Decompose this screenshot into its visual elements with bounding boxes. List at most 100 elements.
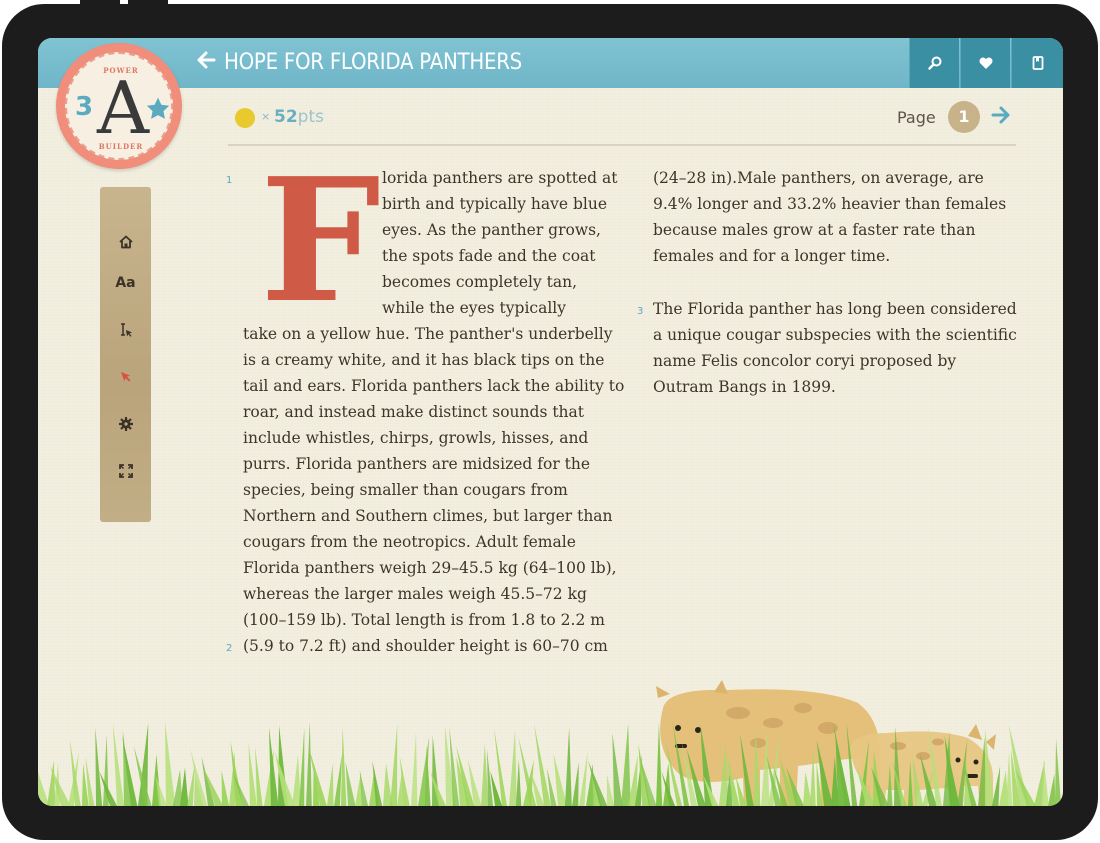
grass-blade <box>47 760 56 806</box>
grass-blade <box>274 751 295 806</box>
paragraph-1-body: take on a yellow hue. The panther's unde… <box>243 321 624 633</box>
badge-level-number: 3 <box>75 92 94 122</box>
grass-blade <box>345 762 356 806</box>
star-icon <box>146 97 170 119</box>
text-line: Florida panthers weigh 29–45.5 kg (64–10… <box>243 559 617 577</box>
text-line: include whistles, chirps, growls, hisses… <box>243 429 589 447</box>
grass-blade <box>221 770 230 806</box>
paragraph-3: The Florida panther has long been consid… <box>653 296 1017 400</box>
favorite-button[interactable] <box>960 38 1010 88</box>
text-line: Outram Bangs in 1899. <box>653 378 836 396</box>
text-line: lorida panthers are spotted at <box>382 169 618 187</box>
search-icon <box>927 56 941 70</box>
grass-blade <box>306 721 312 806</box>
text-line: cougars from the neotropics. Adult femal… <box>243 533 576 551</box>
header-bar: HOPE FOR FLORIDA PANTHERS <box>38 38 1063 88</box>
text-line: name Felis concolor coryi proposed by <box>653 352 957 370</box>
grass-blade <box>341 726 347 806</box>
grass-blade <box>553 753 568 806</box>
text-line: species, being smaller than cougars from <box>243 481 568 499</box>
text-line: Northern and Southern climes, but larger… <box>243 507 613 525</box>
gear-icon <box>118 417 133 431</box>
coin-icon <box>235 108 255 128</box>
grass-blade <box>327 763 334 806</box>
grass-illustration <box>38 680 1063 806</box>
text-line: while the eyes typically <box>382 299 567 317</box>
grass-blade <box>509 729 517 806</box>
app-screen: HOPE FOR FLORIDA PANTHERS POWER 3 A BUIL… <box>38 38 1063 806</box>
grass-blade <box>1048 773 1056 806</box>
paragraph-number: 2 <box>226 643 233 654</box>
grass-blade <box>38 772 50 806</box>
paragraph-2-start: (5.9 to 7.2 ft) and shoulder height is 6… <box>243 633 608 659</box>
grass-blade <box>112 723 125 806</box>
grass-blade <box>606 774 615 806</box>
grass-blade <box>572 762 579 806</box>
text-line: The Florida panther has long been consid… <box>653 300 1017 318</box>
text-select-button[interactable] <box>110 317 141 343</box>
points-counter: 52pts <box>274 107 324 127</box>
text-line: (24–28 in).Male panthers, on average, ar… <box>653 169 984 187</box>
grass-blade <box>95 727 103 806</box>
badge-bottom-text: BUILDER <box>98 142 144 151</box>
bezel-notch <box>128 0 168 6</box>
text-line: 9.4% longer and 33.2% heavier than femal… <box>653 195 1007 213</box>
settings-button[interactable] <box>110 411 141 437</box>
paragraph-number: 3 <box>637 306 644 317</box>
text-line: eyes. As the panther grows, <box>382 221 601 239</box>
bookmark-icon <box>1032 56 1043 70</box>
expand-icon <box>118 464 133 478</box>
text-line: the spots fade and the coat <box>382 247 596 265</box>
paragraph-number: 1 <box>226 175 233 186</box>
search-button[interactable] <box>909 38 959 88</box>
text-line: whereas the larger males weigh 45.5–72 k… <box>243 585 587 603</box>
grass-blade <box>164 721 176 806</box>
text-line: because males grow at a faster rate than <box>653 221 976 239</box>
points-unit: pts <box>297 107 324 127</box>
grass-blade <box>516 758 522 806</box>
text-line: a unique cougar subspecies with the scie… <box>653 326 1017 344</box>
text-line: birth and typically have blue <box>382 195 607 213</box>
grass-blade <box>180 767 189 806</box>
text-line: purrs. Florida panthers are midsized for… <box>243 455 591 473</box>
grass-blade <box>579 750 588 806</box>
grass-blade <box>612 732 623 806</box>
paragraph-2-continued: (24–28 in).Male panthers, on average, ar… <box>653 165 1006 269</box>
pointer-button[interactable] <box>110 364 141 390</box>
grass-blade <box>255 746 263 806</box>
points-value: 52 <box>274 107 298 127</box>
text-line: tail and ears. Florida panthers lack the… <box>243 377 625 395</box>
arrow-right-icon <box>991 106 1010 124</box>
grass-blade <box>1062 790 1063 806</box>
font-size-button[interactable]: Aa <box>110 270 141 296</box>
text-line: becomes completely tan, <box>382 273 578 291</box>
page-number-badge: 1 <box>948 101 980 133</box>
text-line: females and for a longer time. <box>653 247 891 265</box>
grass-blade <box>334 754 342 806</box>
next-page-button[interactable] <box>991 105 1013 129</box>
home-button[interactable] <box>110 229 141 255</box>
drop-cap: F <box>260 141 381 341</box>
grass-blade <box>390 723 398 806</box>
grass-blade <box>621 722 631 806</box>
grass-blade <box>187 763 195 806</box>
grass-blade <box>565 727 572 806</box>
badge-letter: A <box>97 66 149 150</box>
grass-blade <box>1055 738 1062 806</box>
points-multiplier: × <box>261 110 271 123</box>
level-badge[interactable]: POWER 3 A BUILDER <box>56 43 182 169</box>
side-toolbar: Aa <box>100 187 151 522</box>
grass-blade <box>411 732 418 806</box>
text-line: (5.9 to 7.2 ft) and shoulder height is 6… <box>243 637 608 655</box>
fullscreen-button[interactable] <box>110 458 141 484</box>
grass-blade <box>992 765 1001 806</box>
text-line: take on a yellow hue. The panther's unde… <box>243 325 613 343</box>
heart-icon <box>979 57 992 69</box>
page-title: HOPE FOR FLORIDA PANTHERS <box>224 50 522 75</box>
back-arrow-icon[interactable] <box>196 50 218 76</box>
paragraph-1-indented: lorida panthers are spotted at birth and … <box>382 165 617 321</box>
bezel-notch <box>80 0 120 6</box>
text-cursor-icon <box>120 323 132 337</box>
bookmark-button[interactable] <box>1011 38 1063 88</box>
text-line: is a creamy white, and it has black tips… <box>243 351 605 369</box>
